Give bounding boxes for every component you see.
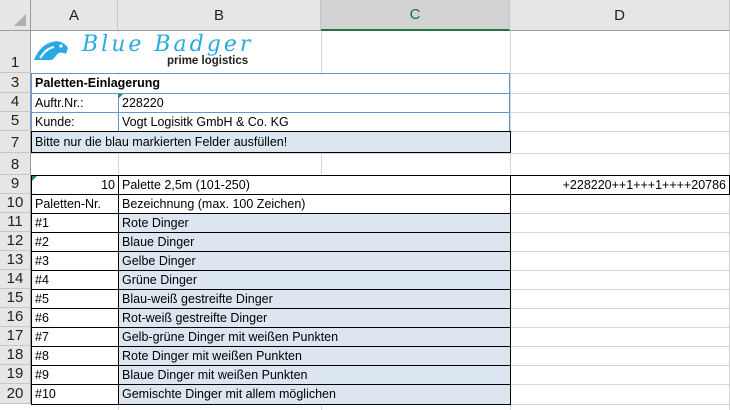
- logo-tagline: prime logistics: [167, 55, 249, 67]
- pallet-nr-cell[interactable]: #9: [31, 365, 119, 385]
- row-header[interactable]: 10: [0, 194, 31, 213]
- row-header[interactable]: 17: [0, 327, 31, 346]
- pallet-nr-cell[interactable]: #2: [31, 232, 119, 252]
- logo-brand-text: Blue Badger: [82, 32, 254, 57]
- row-header[interactable]: 16: [0, 308, 31, 327]
- pallet-nr-cell[interactable]: #5: [31, 289, 119, 309]
- error-indicator-icon: [118, 94, 123, 99]
- column-header-d[interactable]: D: [510, 0, 730, 31]
- description-cell[interactable]: Blaue Dinger: [118, 232, 511, 252]
- row-header[interactable]: 14: [0, 270, 31, 289]
- row-header[interactable]: 20: [0, 384, 31, 404]
- pallet-nr-cell[interactable]: #6: [31, 308, 119, 328]
- row-header[interactable]: 9: [0, 175, 31, 194]
- customer-label-cell[interactable]: Kunde:: [31, 112, 119, 132]
- description-cell[interactable]: Gelbe Dinger: [118, 251, 511, 271]
- pallet-nr-cell[interactable]: #10: [31, 384, 119, 405]
- table-header-pallet-nr[interactable]: Paletten-Nr.: [31, 194, 119, 214]
- order-label-cell[interactable]: Auftr.Nr.:: [31, 93, 119, 113]
- title-cell[interactable]: Paletten-Einlagerung: [31, 73, 510, 94]
- row-header[interactable]: 12: [0, 232, 31, 251]
- row-header[interactable]: 7: [0, 131, 31, 153]
- company-logo: Blue Badger prime logistics: [32, 32, 272, 72]
- row-header[interactable]: 5: [0, 112, 31, 131]
- row-header[interactable]: 4: [0, 93, 31, 112]
- row-header[interactable]: 3: [0, 73, 31, 93]
- gridline: [31, 153, 730, 154]
- row-header[interactable]: 19: [0, 365, 31, 384]
- row-header[interactable]: 13: [0, 251, 31, 270]
- pallet-type-cell[interactable]: Palette 2,5m (101-250): [118, 175, 511, 195]
- row-header[interactable]: 15: [0, 289, 31, 308]
- pallet-nr-cell[interactable]: #7: [31, 327, 119, 347]
- description-cell[interactable]: Blaue Dinger mit weißen Punkten: [118, 365, 511, 385]
- table-header-description[interactable]: Bezeichnung (max. 100 Zeichen): [118, 194, 511, 214]
- description-cell[interactable]: Gelb-grüne Dinger mit weißen Punkten: [118, 327, 511, 347]
- description-cell[interactable]: Blau-weiß gestreifte Dinger: [118, 289, 511, 309]
- description-cell[interactable]: Grüne Dinger: [118, 270, 511, 290]
- customer-value-cell[interactable]: Vogt Logisitk GmbH & Co. KG: [118, 112, 510, 132]
- pallet-nr-cell[interactable]: #1: [31, 213, 119, 233]
- pallet-code-cell[interactable]: +228220++1+++1++++20786: [510, 175, 730, 195]
- pallet-nr-cell[interactable]: #8: [31, 346, 119, 366]
- description-cell[interactable]: Rote Dinger mit weißen Punkten: [118, 346, 511, 366]
- description-cell[interactable]: Rote Dinger: [118, 213, 511, 233]
- row-header[interactable]: 11: [0, 213, 31, 232]
- column-header-c[interactable]: C: [321, 0, 510, 31]
- error-indicator-icon: [32, 176, 37, 181]
- pallet-count-cell[interactable]: 10: [31, 175, 119, 195]
- instruction-cell[interactable]: Bitte nur die blau markierten Felder aus…: [31, 131, 511, 153]
- description-cell[interactable]: Rot-weiß gestreifte Dinger: [118, 308, 511, 328]
- row-header[interactable]: 1: [0, 31, 31, 73]
- column-header-b[interactable]: B: [118, 0, 321, 31]
- badger-logo-icon: [34, 41, 68, 60]
- description-cell[interactable]: Gemischte Dinger mit allem möglichen: [118, 384, 511, 405]
- pallet-nr-cell[interactable]: #3: [31, 251, 119, 271]
- select-all-corner[interactable]: [0, 0, 31, 31]
- row-header[interactable]: 8: [0, 153, 31, 175]
- column-header-a[interactable]: A: [31, 0, 118, 31]
- row-header[interactable]: 18: [0, 346, 31, 365]
- pallet-nr-cell[interactable]: #4: [31, 270, 119, 290]
- order-value-cell[interactable]: 228220: [118, 93, 510, 113]
- select-all-triangle-icon: [14, 13, 26, 26]
